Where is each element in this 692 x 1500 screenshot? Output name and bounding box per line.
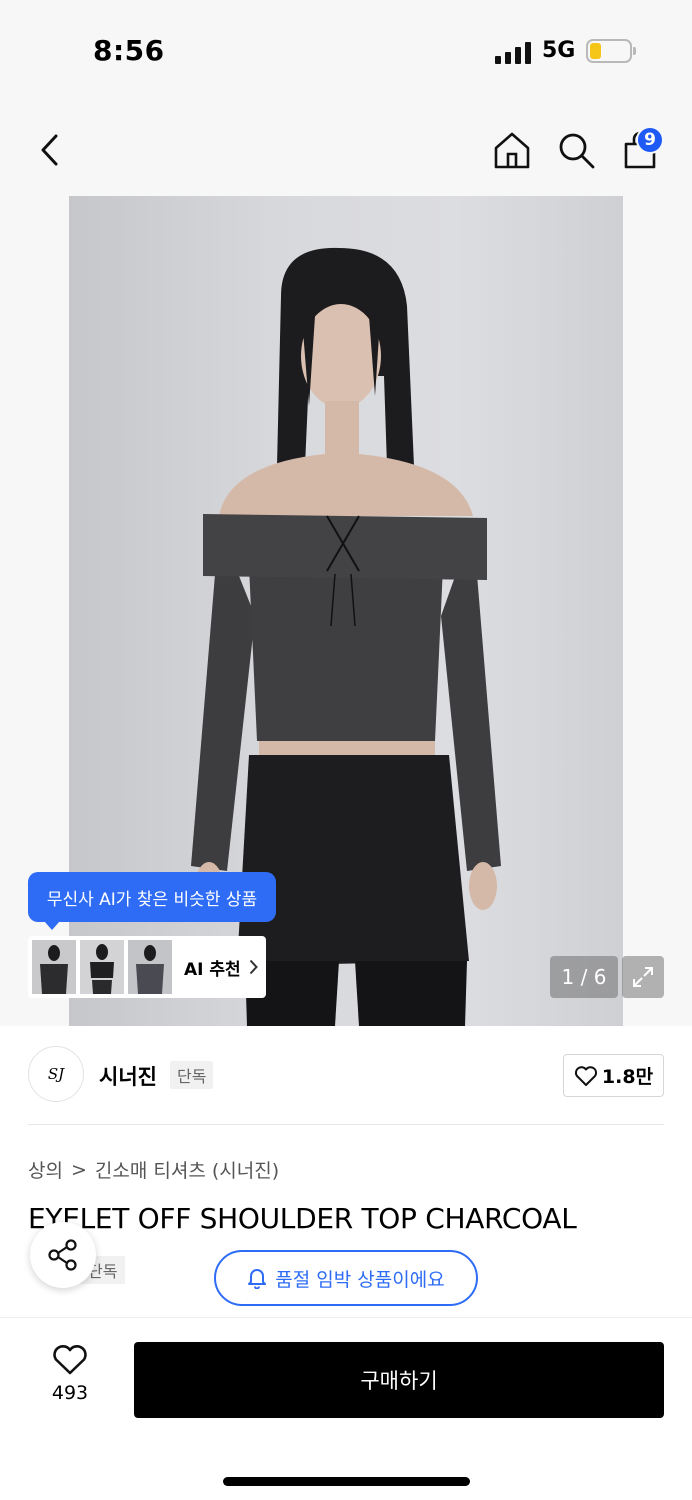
ai-similar-tooltip[interactable]: 무신사 AI가 찾은 비슷한 상품: [28, 872, 276, 930]
heart-icon: [574, 1065, 597, 1086]
ai-recommend-card[interactable]: AI 추천: [28, 936, 266, 998]
ai-recommend-link[interactable]: AI 추천: [184, 955, 258, 980]
signal-icon: [495, 42, 531, 64]
thumbnail-image: [128, 940, 172, 994]
product-title: EYELET OFF SHOULDER TOP CHARCOAL: [28, 1202, 577, 1235]
chevron-left-icon: [41, 134, 58, 166]
ai-thumbnail-2[interactable]: [80, 940, 124, 994]
wishlist-button[interactable]: 493: [34, 1344, 106, 1414]
wishlist-count: 493: [51, 1382, 89, 1404]
ai-thumbnail-1[interactable]: [32, 940, 76, 994]
thumbnail-image: [80, 940, 124, 994]
breadcrumb-subcategory[interactable]: 긴소매 티셔츠 (시너진): [95, 1156, 279, 1183]
buy-button[interactable]: 구매하기: [134, 1342, 664, 1418]
brand-like-button[interactable]: 1.8만: [563, 1054, 664, 1097]
soldout-soon-notice[interactable]: 품절 임박 상품이에요: [214, 1250, 478, 1306]
chevron-right-icon: [249, 959, 258, 975]
search-icon: [559, 133, 595, 169]
brand-exclusive-badge: 단독: [170, 1061, 214, 1089]
status-time: 8:56: [93, 34, 165, 67]
status-bar: 8:56 5G: [0, 0, 692, 100]
ai-thumbnail-3[interactable]: [128, 940, 172, 994]
product-gallery[interactable]: 무신사 AI가 찾은 비슷한 상품 AI 추천 1 / 6: [0, 196, 692, 1026]
cart-count-badge: 9: [636, 126, 664, 154]
network-label: 5G: [542, 38, 576, 63]
breadcrumb: 상의 > 긴소매 티셔츠 (시너진): [28, 1156, 279, 1183]
heart-icon: [53, 1345, 87, 1375]
home-button[interactable]: [488, 126, 536, 174]
expand-icon: [633, 967, 653, 987]
top-header: [0, 100, 692, 196]
thumbnail-image: [32, 940, 76, 994]
share-icon: [48, 1239, 77, 1271]
home-indicator: [223, 1477, 470, 1486]
brand-like-count: 1.8만: [601, 1066, 654, 1088]
bell-icon: [248, 1269, 267, 1289]
brand-name[interactable]: 시너진: [99, 1061, 157, 1091]
divider: [28, 1124, 664, 1125]
soldout-soon-label: 품절 임박 상품이에요: [275, 1268, 445, 1291]
home-icon: [494, 132, 530, 169]
battery-icon: [586, 39, 632, 63]
brand-logo[interactable]: SJ: [28, 1046, 84, 1102]
breadcrumb-category[interactable]: 상의: [28, 1156, 63, 1183]
breadcrumb-separator: >: [70, 1158, 87, 1181]
expand-button[interactable]: [622, 956, 664, 998]
back-button[interactable]: [26, 126, 74, 174]
battery-nub: [633, 47, 636, 55]
ai-recommend-label: AI 추천: [184, 959, 241, 980]
image-counter: 1 / 6: [550, 956, 618, 998]
search-button[interactable]: [552, 126, 600, 174]
share-button[interactable]: [30, 1222, 96, 1288]
